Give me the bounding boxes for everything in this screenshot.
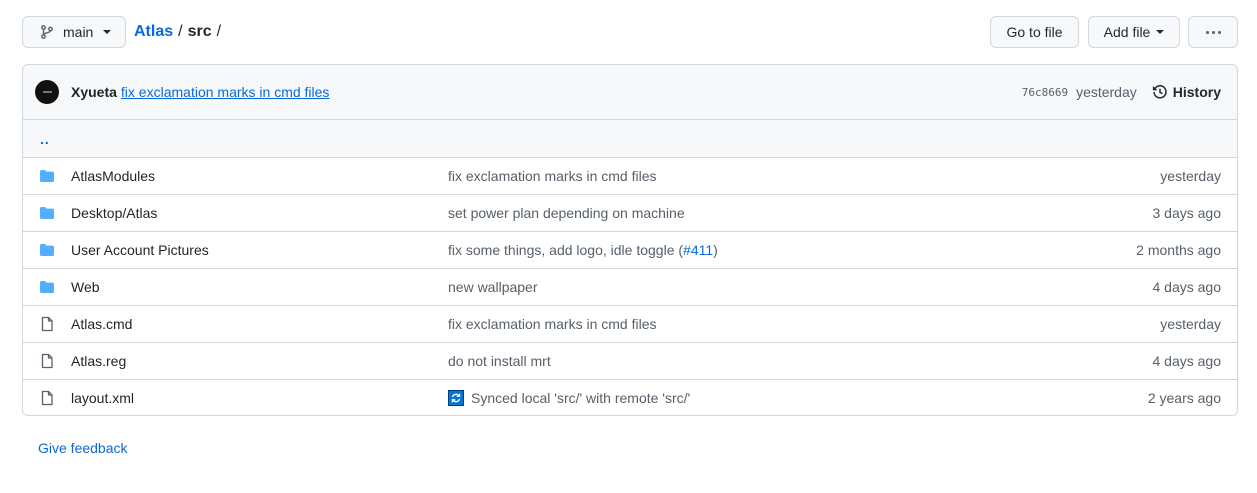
file-row[interactable]: Atlas.reg do not install mrt 4 days ago — [23, 342, 1237, 379]
file-icon — [23, 353, 71, 369]
commit-meta: 76c8669 yesterday History — [1022, 84, 1221, 100]
breadcrumb-current-dir: src — [187, 23, 212, 40]
breadcrumb: Atlas / src / — [134, 23, 226, 41]
avatar[interactable] — [35, 80, 59, 104]
breadcrumb-separator: / — [178, 23, 183, 40]
file-name-link[interactable]: User Account Pictures — [71, 242, 448, 258]
commit-sha[interactable]: 76c8669 — [1022, 86, 1068, 99]
file-commit-message: set power plan depending on machine — [448, 205, 1037, 221]
file-name-link[interactable]: Atlas.reg — [71, 353, 448, 369]
file-commit-age: 2 months ago — [1136, 242, 1221, 258]
file-commit-age: yesterday — [1160, 316, 1221, 332]
file-commit-age: yesterday — [1160, 168, 1221, 184]
file-list: AtlasModules fix exclamation marks in cmd… — [23, 157, 1237, 415]
pull-request-link[interactable]: #411 — [683, 242, 713, 258]
file-commit-message: new wallpaper — [448, 279, 1037, 295]
parent-directory-link[interactable]: .. — [40, 131, 50, 147]
file-commit-message: fix exclamation marks in cmd files — [448, 316, 1037, 332]
file-commit-message: Synced local 'src/' with remote 'src/' — [448, 390, 1037, 406]
file-commit-message-text[interactable]: new wallpaper — [448, 279, 538, 295]
file-commit-age: 3 days ago — [1152, 205, 1222, 221]
latest-commit-bar: Xyueta fix exclamation marks in cmd file… — [23, 65, 1237, 120]
file-commit-message-end: ) — [713, 242, 718, 258]
branch-name: main — [63, 24, 94, 40]
file-row[interactable]: layout.xml Synced local 'src/' with remot… — [23, 379, 1237, 415]
file-name-link[interactable]: AtlasModules — [71, 168, 448, 184]
branch-selector-button[interactable]: main — [22, 16, 126, 48]
file-name-link[interactable]: Atlas.cmd — [71, 316, 448, 332]
folder-icon — [23, 168, 71, 184]
file-name-link[interactable]: Desktop/Atlas — [71, 205, 448, 221]
file-commit-message-text[interactable]: fix exclamation marks in cmd files — [448, 168, 657, 184]
history-label: History — [1172, 84, 1221, 100]
file-commit-message: fix exclamation marks in cmd files — [448, 168, 1037, 184]
file-commit-age: 4 days ago — [1152, 279, 1222, 295]
parent-directory-row[interactable]: .. — [23, 120, 1237, 157]
give-feedback-link[interactable]: Give feedback — [38, 440, 128, 456]
file-commit-age: 2 years ago — [1147, 390, 1221, 406]
chevron-down-icon — [103, 30, 112, 34]
toolbar-actions: Go to file Add file — [990, 16, 1238, 48]
file-browser: Xyueta fix exclamation marks in cmd file… — [22, 64, 1238, 416]
file-row[interactable]: AtlasModules fix exclamation marks in cmd… — [23, 157, 1237, 194]
folder-icon — [23, 242, 71, 258]
repo-toolbar: main Atlas / src / Go to file Add file — [22, 16, 1238, 48]
file-commit-message-text[interactable]: do not install mrt — [448, 353, 551, 369]
folder-icon — [23, 205, 71, 221]
file-commit-message-text[interactable]: fix exclamation marks in cmd files — [448, 316, 657, 332]
file-icon — [23, 390, 71, 406]
file-row[interactable]: Desktop/Atlas set power plan depending on… — [23, 194, 1237, 231]
file-commit-message: fix some things, add logo, idle toggle (… — [448, 242, 1037, 258]
git-branch-icon — [41, 25, 53, 39]
breadcrumb-trailing-separator: / — [216, 23, 222, 40]
commit-message-link[interactable]: fix exclamation marks in cmd files — [121, 84, 330, 100]
file-commit-message-text[interactable]: fix some things, add logo, idle toggle ( — [448, 242, 683, 258]
commit-time: yesterday — [1076, 84, 1137, 100]
kebab-icon — [1205, 30, 1221, 34]
file-name-link[interactable]: layout.xml — [71, 390, 448, 406]
chevron-down-icon — [1156, 30, 1165, 34]
file-name-link[interactable]: Web — [71, 279, 448, 295]
file-commit-age: 4 days ago — [1152, 353, 1222, 369]
go-to-file-button[interactable]: Go to file — [990, 16, 1079, 48]
sync-icon — [448, 390, 464, 406]
file-row[interactable]: Web new wallpaper 4 days ago — [23, 268, 1237, 305]
add-file-label: Add file — [1103, 24, 1151, 40]
file-commit-message-text[interactable]: set power plan depending on machine — [448, 205, 685, 221]
breadcrumb-repo-link[interactable]: Atlas — [134, 23, 173, 41]
folder-icon — [23, 279, 71, 295]
file-icon — [23, 316, 71, 332]
commit-author[interactable]: Xyueta — [71, 84, 117, 100]
file-row[interactable]: Atlas.cmd fix exclamation marks in cmd fi… — [23, 305, 1237, 342]
file-commit-message-text[interactable]: Synced local 'src/' with remote 'src/' — [471, 390, 690, 406]
file-commit-message: do not install mrt — [448, 353, 1037, 369]
more-options-button[interactable] — [1188, 16, 1238, 48]
history-icon — [1152, 85, 1167, 99]
file-row[interactable]: User Account Pictures fix some things, ad… — [23, 231, 1237, 268]
add-file-button[interactable]: Add file — [1088, 16, 1180, 48]
history-link[interactable]: History — [1152, 84, 1221, 100]
